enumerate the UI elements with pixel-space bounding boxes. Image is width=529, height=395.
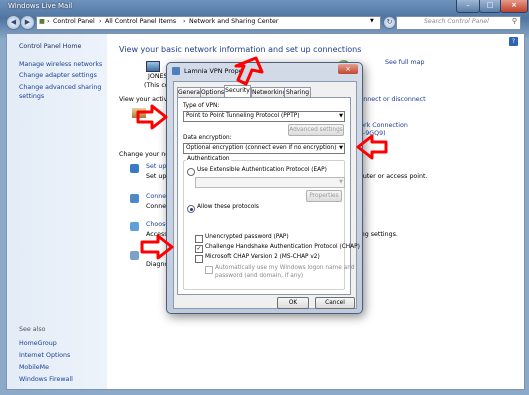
annotation-arrows: [136, 56, 388, 260]
arrow-data-encryption: [356, 134, 388, 160]
arrow-type-of-vpn: [136, 104, 168, 130]
arrow-chap: [140, 234, 174, 260]
arrow-security-tab: [234, 56, 264, 86]
window-frame: Windows Live Mail – □ × ◀ ▶ ■ › Control …: [0, 0, 529, 395]
